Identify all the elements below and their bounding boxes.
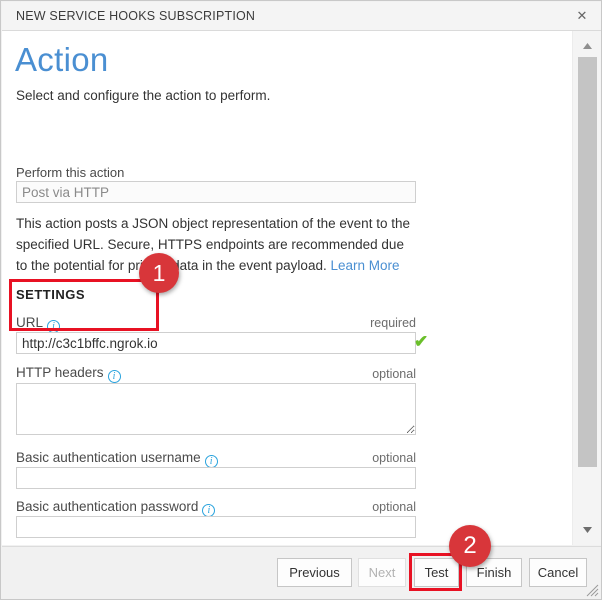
url-input[interactable] xyxy=(16,332,416,354)
url-requirement: required xyxy=(370,316,416,330)
basic-auth-username-input[interactable] xyxy=(16,467,416,489)
check-icon: ✔ xyxy=(414,331,434,353)
perform-action-label: Perform this action xyxy=(16,165,124,180)
page-subtitle: Select and configure the action to perfo… xyxy=(16,88,270,103)
learn-more-link[interactable]: Learn More xyxy=(330,258,399,273)
page-title: Action xyxy=(15,41,109,79)
http-headers-requirement: optional xyxy=(372,367,416,381)
annotation-badge-2: 2 xyxy=(449,525,491,567)
basic-auth-password-label: Basic authentication passwordi xyxy=(16,499,215,517)
vertical-scrollbar[interactable] xyxy=(572,31,602,545)
url-label-text: URL xyxy=(16,315,43,330)
info-icon[interactable]: i xyxy=(108,370,121,383)
resize-grip-icon[interactable] xyxy=(586,584,599,597)
test-button[interactable]: Test xyxy=(414,558,459,587)
url-label: URLi xyxy=(16,315,60,333)
title-bar: NEW SERVICE HOOKS SUBSCRIPTION ✕ xyxy=(2,2,602,31)
basic-auth-username-requirement: optional xyxy=(372,451,416,465)
basic-auth-password-input[interactable] xyxy=(16,516,416,538)
next-button: Next xyxy=(358,558,406,587)
caret-down-icon[interactable] xyxy=(573,521,602,539)
basic-auth-password-requirement: optional xyxy=(372,500,416,514)
previous-button[interactable]: Previous xyxy=(277,558,352,587)
perform-action-input[interactable] xyxy=(16,181,416,203)
new-service-hooks-subscription-dialog: NEW SERVICE HOOKS SUBSCRIPTION ✕ Action … xyxy=(0,0,602,600)
close-icon[interactable]: ✕ xyxy=(562,2,602,30)
http-headers-label-text: HTTP headers xyxy=(16,365,104,380)
action-description: This action posts a JSON object represen… xyxy=(16,213,416,276)
settings-heading: SETTINGS xyxy=(16,287,85,302)
http-headers-label: HTTP headers i xyxy=(16,365,121,383)
basic-auth-username-label: Basic authentication usernamei xyxy=(16,450,218,468)
basic-auth-username-label-text: Basic authentication username xyxy=(16,450,201,465)
cancel-button[interactable]: Cancel xyxy=(529,558,587,587)
basic-auth-password-label-text: Basic authentication password xyxy=(16,499,198,514)
scrollbar-thumb[interactable] xyxy=(578,57,597,467)
caret-up-icon[interactable] xyxy=(573,37,602,55)
content-inner: Action Select and configure the action t… xyxy=(2,31,572,545)
http-headers-textarea[interactable] xyxy=(16,383,416,435)
dialog-footer: Previous Next Test Finish Cancel xyxy=(2,546,602,600)
annotation-badge-1: 1 xyxy=(139,253,179,293)
content-panel: Action Select and configure the action t… xyxy=(2,31,602,545)
window-title: NEW SERVICE HOOKS SUBSCRIPTION xyxy=(16,9,255,23)
